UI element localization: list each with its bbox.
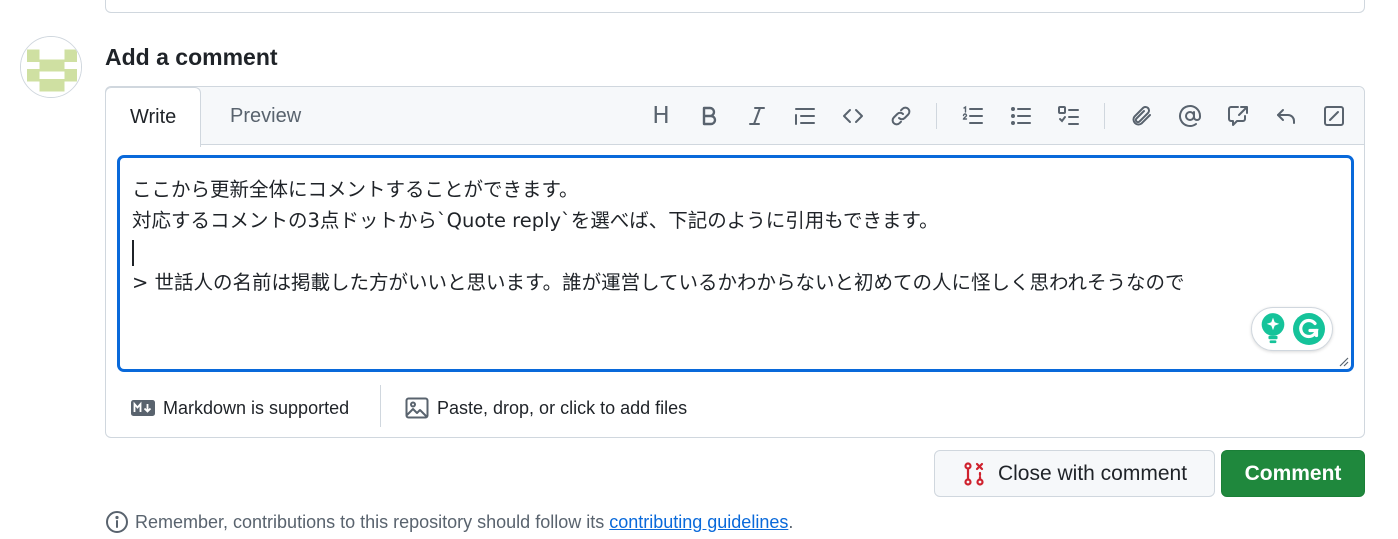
note-suffix: . [788,511,794,532]
comment-line: ここから更新全体にコメントすることができます。 [132,178,579,201]
footer-divider [380,385,381,427]
editor-footer: Markdown is supported Paste, drop, or cl… [106,383,1364,439]
contributing-note: Remember, contributions to this reposito… [105,510,793,534]
task-list-icon [1058,106,1079,125]
tab-write[interactable]: Write [105,87,202,147]
reply-icon [1277,109,1295,124]
info-icon [106,511,128,533]
comment-text[interactable]: ここから更新全体にコメントすることができます。 対応するコメントの3点ドットから… [132,174,1185,298]
note-prefix: Remember, contributions to this reposito… [135,511,610,532]
code-button[interactable] [838,101,868,131]
unordered-list-icon [1011,107,1031,125]
link-button[interactable] [886,101,916,131]
comment-textarea[interactable]: ここから更新全体にコメントすることができます。 対応するコメントの3点ドットから… [117,155,1354,372]
quote-icon [795,108,815,125]
grammarly-widget[interactable] [1251,307,1333,351]
fullscreen-icon [1324,106,1344,126]
unordered-list-button[interactable] [1006,101,1036,131]
ordered-list-icon [962,105,983,124]
resize-handle[interactable] [1337,355,1349,367]
markdown-label: Markdown is supported [163,397,350,418]
quote-button[interactable] [790,101,820,131]
image-icon [405,397,429,419]
tab-preview[interactable]: Preview [206,87,325,146]
contributing-guidelines-link[interactable]: contributing guidelines [609,512,788,533]
cross-reference-icon [1228,106,1248,126]
reply-button[interactable] [1271,101,1301,131]
heading-button[interactable]: H [646,101,676,131]
comment-line: 対応するコメントの3点ドットから`Quote reply`を選べば、下記のように… [132,209,939,232]
mention-icon [1179,105,1201,127]
text-caret [132,239,134,266]
attach-files-button[interactable]: Paste, drop, or click to add files [405,383,687,433]
ordered-list-button[interactable] [958,101,988,131]
markdown-icon [131,400,155,416]
toolbar-divider [1104,103,1105,129]
italic-icon [749,107,765,125]
close-with-comment-button[interactable]: Close with comment [934,450,1215,497]
fullscreen-button[interactable] [1319,101,1349,131]
toolbar-divider [936,103,937,129]
comment-button[interactable]: Comment [1221,450,1365,497]
code-icon [843,109,863,123]
page-title: Add a comment [105,44,278,70]
markdown-hint[interactable]: Markdown is supported [131,383,349,433]
close-button-label: Close with comment [997,461,1188,485]
bold-icon [702,106,717,126]
comment-line: > 世話人の名前は掲載した方がいいと思います。誰が運営しているかわからないと初め… [132,271,1185,294]
issue-closed-icon [964,461,984,486]
grammarly-icon [1292,313,1325,345]
paperclip-icon [1132,105,1151,126]
task-list-button[interactable] [1054,101,1084,131]
lightbulb-icon [1261,313,1284,344]
bold-button[interactable] [694,101,724,131]
heading-icon: H [652,103,670,129]
avatar[interactable] [20,36,82,98]
italic-button[interactable] [742,101,772,131]
mention-button[interactable] [1175,101,1205,131]
editor-tabbar: Write Preview H [105,87,1364,147]
reference-button[interactable] [1223,101,1253,131]
attach-files-label: Paste, drop, or click to add files [437,397,688,418]
link-icon [891,106,911,126]
attach-button[interactable] [1127,101,1157,131]
comment-editor: Write Preview H ここから更新全体にコメントすることができます。 … [105,86,1365,438]
previous-comment-box [105,0,1365,13]
